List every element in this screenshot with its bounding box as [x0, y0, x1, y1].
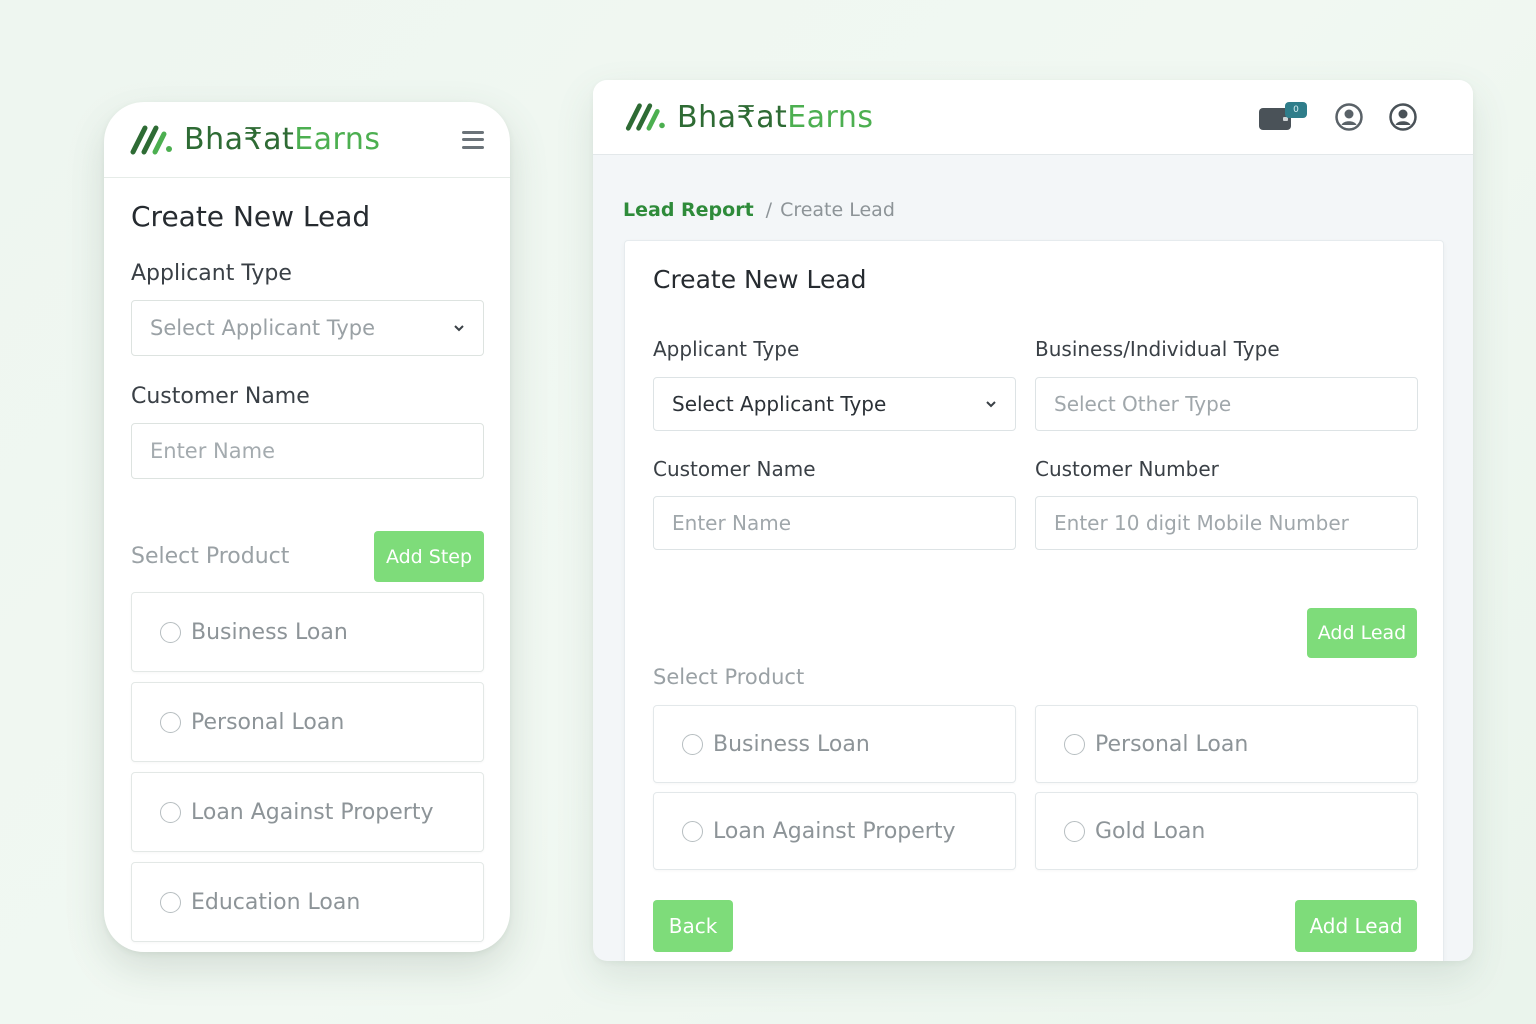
header-icons: 0 — [1259, 102, 1417, 132]
product-option-label: Education Loan — [191, 889, 361, 915]
customer-name-input[interactable]: Enter Name — [131, 423, 484, 479]
product-option-label: Personal Loan — [191, 709, 345, 735]
product-option-personal-loan[interactable]: Personal Loan — [1035, 705, 1418, 783]
applicant-type-label: Applicant Type — [653, 337, 800, 361]
brand-name-part1: Bha₹at — [184, 122, 295, 157]
customer-number-label: Customer Number — [1035, 457, 1219, 481]
product-option-loan-against-property[interactable]: Loan Against Property — [653, 792, 1016, 870]
applicant-type-placeholder: Select Applicant Type — [150, 316, 376, 340]
user-circle-icon[interactable] — [1335, 103, 1363, 131]
wallet-badge: 0 — [1285, 102, 1307, 118]
business-type-label: Business/Individual Type — [1035, 337, 1280, 361]
logo-slash-icon — [130, 124, 176, 156]
radio-icon[interactable] — [682, 820, 703, 842]
radio-icon[interactable] — [160, 711, 181, 733]
brand-logo[interactable]: Bha₹atEarns — [130, 122, 381, 157]
brand-name-part2: Earns — [787, 99, 874, 135]
customer-number-placeholder: Enter 10 digit Mobile Number — [1054, 511, 1349, 535]
back-button[interactable]: Back — [653, 900, 733, 952]
product-option-label: Loan Against Property — [713, 818, 956, 844]
product-option-personal-loan[interactable]: Personal Loan — [131, 682, 484, 762]
applicant-type-label: Applicant Type — [131, 261, 292, 286]
brand-name: Bha₹atEarns — [184, 122, 381, 157]
create-lead-card: Create New Lead Applicant Type Select Ap… — [624, 240, 1444, 961]
brand-name-part1: Bha₹at — [677, 99, 788, 135]
business-type-placeholder: Select Other Type — [1054, 392, 1232, 416]
customer-name-input[interactable]: Enter Name — [653, 496, 1016, 550]
radio-icon[interactable] — [682, 733, 703, 755]
chevron-down-icon — [454, 325, 464, 332]
product-option-label: Business Loan — [191, 619, 348, 645]
customer-number-input[interactable]: Enter 10 digit Mobile Number — [1035, 496, 1418, 550]
radio-icon[interactable] — [160, 801, 181, 823]
customer-name-placeholder: Enter Name — [672, 511, 792, 535]
chevron-down-icon — [986, 401, 996, 408]
add-lead-bottom-button[interactable]: Add Lead — [1295, 900, 1417, 952]
product-option-business-loan[interactable]: Business Loan — [131, 592, 484, 672]
breadcrumb-lead-report[interactable]: Lead Report — [623, 199, 754, 221]
radio-icon[interactable] — [160, 621, 181, 643]
product-option-education-loan[interactable]: Education Loan — [131, 862, 484, 942]
breadcrumb-current: Create Lead — [780, 199, 895, 221]
desktop-frame: Bha₹atEarns 0 Lead Report / Create Lead … — [593, 80, 1473, 961]
customer-name-label: Customer Name — [653, 457, 816, 481]
applicant-type-select[interactable]: Select Applicant Type — [653, 377, 1016, 431]
radio-icon[interactable] — [160, 891, 181, 913]
breadcrumb-separator: / — [765, 199, 773, 221]
customer-name-label: Customer Name — [131, 384, 310, 409]
user-circle-icon[interactable] — [1389, 103, 1417, 131]
product-option-gold-loan[interactable]: Gold Loan — [1035, 792, 1418, 870]
brand-name: Bha₹atEarns — [677, 100, 874, 135]
mobile-form: Create New Lead Applicant Type Select Ap… — [104, 178, 510, 942]
desktop-header: Bha₹atEarns 0 — [593, 80, 1473, 155]
product-option-label: Business Loan — [713, 731, 870, 757]
business-type-input[interactable]: Select Other Type — [1035, 377, 1418, 431]
product-option-business-loan[interactable]: Business Loan — [653, 705, 1016, 783]
applicant-type-value: Select Applicant Type — [672, 392, 887, 416]
mobile-header: Bha₹atEarns — [104, 102, 510, 178]
select-product-label: Select Product — [131, 544, 290, 569]
product-option-loan-against-property[interactable]: Loan Against Property — [131, 772, 484, 852]
hamburger-icon[interactable] — [462, 130, 484, 149]
wallet-icon[interactable]: 0 — [1259, 102, 1309, 132]
logo-slash-icon — [625, 102, 669, 132]
product-header: Select Product Add Step — [131, 531, 484, 582]
add-lead-button[interactable]: Add Lead — [1307, 608, 1417, 658]
applicant-type-select[interactable]: Select Applicant Type — [131, 300, 484, 356]
page-title: Create New Lead — [653, 265, 867, 294]
radio-icon[interactable] — [1064, 820, 1085, 842]
add-step-button[interactable]: Add Step — [374, 531, 484, 582]
mobile-frame: Bha₹atEarns Create New Lead Applicant Ty… — [104, 102, 510, 952]
brand-logo[interactable]: Bha₹atEarns — [625, 100, 874, 135]
brand-name-part2: Earns — [294, 122, 381, 157]
product-option-label: Loan Against Property — [191, 799, 434, 825]
customer-name-placeholder: Enter Name — [150, 439, 275, 463]
product-option-label: Personal Loan — [1095, 731, 1249, 757]
select-product-label: Select Product — [653, 665, 805, 689]
radio-icon[interactable] — [1064, 733, 1085, 755]
page-title: Create New Lead — [131, 200, 371, 233]
breadcrumb: Lead Report / Create Lead — [593, 155, 1473, 221]
product-option-label: Gold Loan — [1095, 818, 1206, 844]
